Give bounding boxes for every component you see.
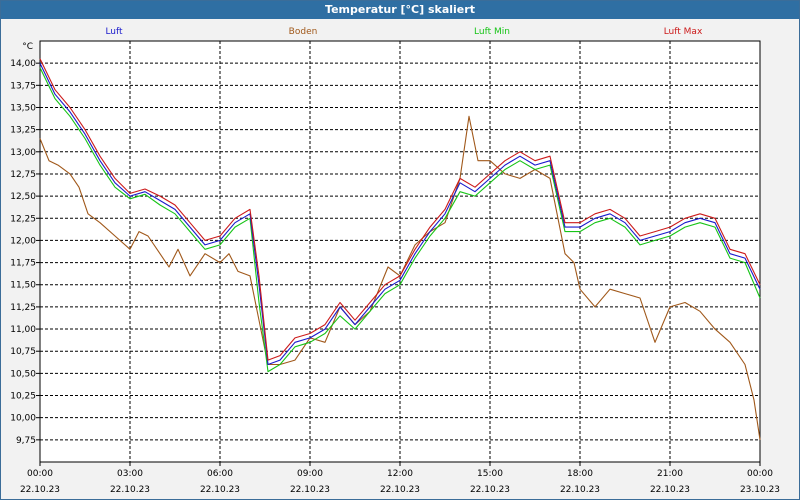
x-tick-label: 00:00 <box>27 469 53 479</box>
x-tick-label: 15:00 <box>477 469 503 479</box>
y-tick-label: 10,25 <box>10 392 36 402</box>
chart-plot: Luft Boden Luft Min Luft Max °C 14,00 13,75 13,… <box>10 27 780 495</box>
x-tick-label: 09:00 <box>297 469 323 479</box>
x-tick-date: 22.10.23 <box>20 485 60 495</box>
x-tick-date: 22.10.23 <box>470 485 510 495</box>
y-tick-label: 10,50 <box>10 369 36 379</box>
y-tick-label: 12,00 <box>10 236 36 246</box>
x-tick-label: 03:00 <box>117 469 143 479</box>
y-axis-unit: °C <box>22 42 33 52</box>
x-tick-label: 00:00 <box>747 469 773 479</box>
x-tick-date: 22.10.23 <box>110 485 150 495</box>
x-tick-date: 22.10.23 <box>650 485 690 495</box>
legend-item: Boden <box>289 27 318 37</box>
legend-item: Luft Max <box>664 27 703 37</box>
x-tick-label: 21:00 <box>657 469 683 479</box>
legend-item: Luft Min <box>474 27 510 37</box>
y-tick-label: 13,75 <box>10 81 36 91</box>
x-tick-date: 22.10.23 <box>560 485 600 495</box>
x-tick-label: 12:00 <box>387 469 413 479</box>
y-tick-label: 12,25 <box>10 214 36 224</box>
y-tick-label: 10,00 <box>10 414 36 424</box>
x-tick-date: 22.10.23 <box>290 485 330 495</box>
x-tick-label: 18:00 <box>567 469 593 479</box>
x-tick-date: 22.10.23 <box>200 485 240 495</box>
y-tick-label: 11,00 <box>10 325 36 335</box>
x-tick-date: 23.10.23 <box>740 485 780 495</box>
y-tick-label: 11,25 <box>10 303 36 313</box>
y-tick-label: 9,75 <box>16 436 36 446</box>
y-tick-label: 11,50 <box>10 281 36 291</box>
legend-item: Luft <box>105 27 123 37</box>
x-tick-date: 22.10.23 <box>380 485 420 495</box>
y-tick-label: 13,50 <box>10 103 36 113</box>
y-tick-label: 10,75 <box>10 347 36 357</box>
y-tick-label: 11,75 <box>10 259 36 269</box>
y-tick-label: 12,50 <box>10 192 36 202</box>
x-tick-label: 06:00 <box>207 469 233 479</box>
y-tick-label: 12,75 <box>10 170 36 180</box>
y-tick-label: 13,00 <box>10 148 36 158</box>
y-tick-label: 14,00 <box>10 59 36 69</box>
y-tick-label: 13,25 <box>10 126 36 136</box>
